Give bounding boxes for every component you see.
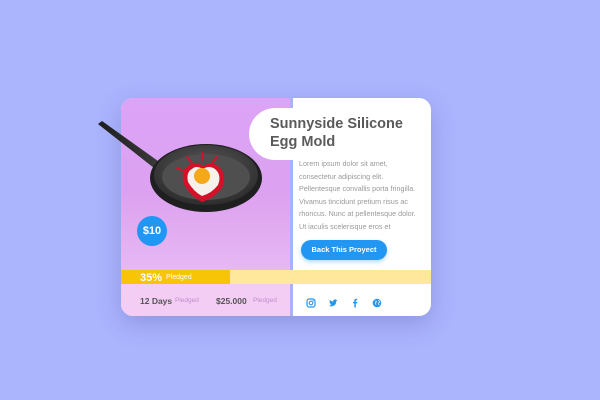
days-value: 12 Days [140,296,173,306]
days-label: Pledged [175,297,199,304]
price-badge: $10 [137,216,167,246]
progress-pledged-label: Pledged [166,274,192,281]
facebook-icon[interactable] [350,295,360,308]
globe-icon[interactable] [372,295,382,308]
product-description: Lorem ipsum dolor sit amet, consectetur … [299,159,416,231]
twitter-icon[interactable] [328,295,338,307]
progress-percent: 35% [140,272,163,284]
amount-value: $25.000 [216,296,247,306]
instagram-icon[interactable] [306,295,316,308]
back-project-button[interactable]: Back This Proyect [301,240,387,260]
frying-pan-image [98,121,262,212]
amount-label: Pledged [253,297,277,304]
product-title: Sunnyside Silicone Egg Mold [270,116,403,150]
